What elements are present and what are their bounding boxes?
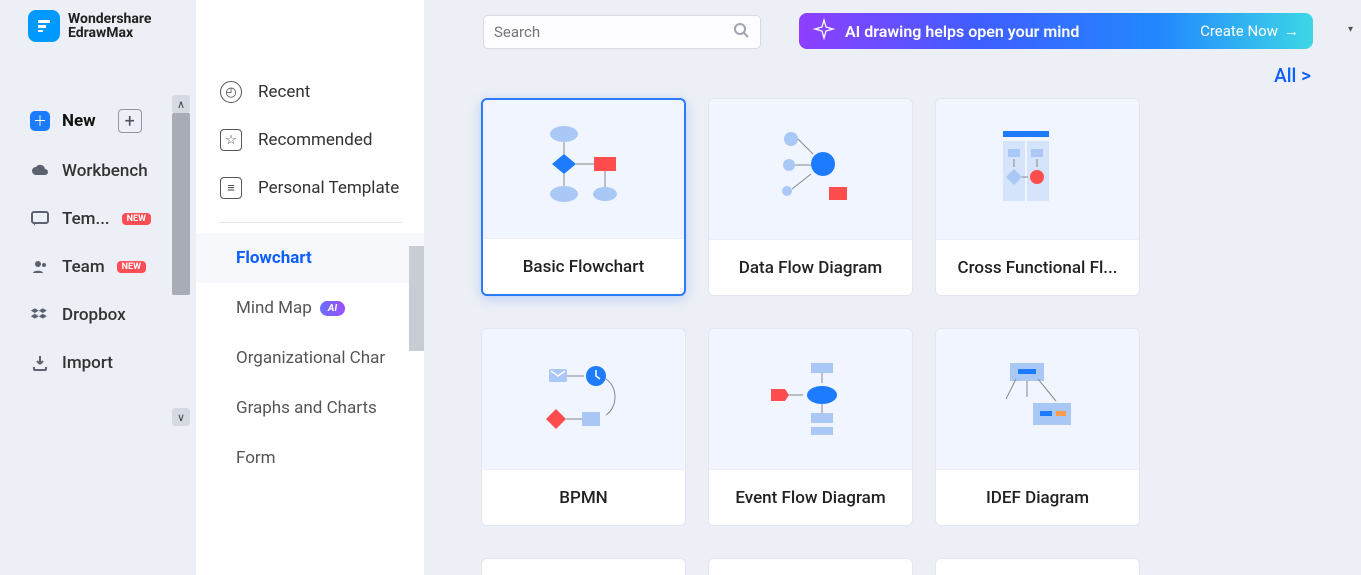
panel-recent-label: Recent xyxy=(258,82,310,102)
divider xyxy=(218,222,402,223)
panel-recommended[interactable]: ☆ Recommended xyxy=(196,116,424,164)
team-icon xyxy=(30,257,50,277)
nav-label-new: New xyxy=(62,111,96,131)
brand-logo: Wondershare EdrawMax xyxy=(28,10,151,42)
cat-graphs-label: Graphs and Charts xyxy=(236,398,377,418)
template-grid: Basic Flowchart Data Flow Diagram xyxy=(481,98,1140,526)
card-title: BPMN xyxy=(482,469,685,525)
card-thumb xyxy=(483,100,684,238)
scroll-up-button[interactable]: ∧ xyxy=(172,95,190,113)
ai-banner[interactable]: AI drawing helps open your mind Create N… xyxy=(799,13,1313,49)
banner-cta-label: Create Now xyxy=(1200,22,1278,40)
import-icon xyxy=(30,353,50,373)
cloud-icon xyxy=(30,161,50,181)
search-icon[interactable] xyxy=(732,21,750,43)
card-data-flow[interactable]: Data Flow Diagram xyxy=(708,98,913,296)
plus-solid-icon: ＋ xyxy=(30,111,50,131)
nav-label-workbench: Workbench xyxy=(62,161,148,181)
all-link[interactable]: All > xyxy=(1274,64,1311,87)
new-badge: NEW xyxy=(122,213,151,225)
cat-form-label: Form xyxy=(236,448,276,468)
add-button[interactable]: + xyxy=(118,109,142,133)
card-cross-functional[interactable]: Cross Functional Fl... xyxy=(935,98,1140,296)
search-input[interactable] xyxy=(494,23,732,41)
cat-form[interactable]: Form xyxy=(196,433,424,483)
card-stub[interactable] xyxy=(481,558,686,575)
new-badge: NEW xyxy=(117,261,146,273)
card-title: IDEF Diagram xyxy=(936,469,1139,525)
cat-graphs[interactable]: Graphs and Charts xyxy=(196,383,424,433)
card-thumb xyxy=(936,329,1139,469)
cat-flowchart[interactable]: Flowchart xyxy=(196,233,424,283)
card-thumb xyxy=(936,99,1139,239)
nav-label-team: Team xyxy=(62,257,105,277)
cat-flowchart-label: Flowchart xyxy=(236,248,312,268)
card-event-flow[interactable]: Event Flow Diagram xyxy=(708,328,913,526)
logo-icon xyxy=(28,10,60,42)
panel-scrollbar[interactable] xyxy=(409,246,424,351)
search-box[interactable] xyxy=(483,15,761,49)
scroll-down-button[interactable]: ∨ xyxy=(172,408,190,426)
clock-icon: ◴ xyxy=(220,81,242,103)
ai-badge: AI xyxy=(320,301,345,316)
nav-sidebar: ＋ New + Workbench Tem... NEW Team NEW Dr… xyxy=(0,95,170,387)
category-panel: ◴ Recent ☆ Recommended ≡ Personal Templa… xyxy=(196,0,424,575)
nav-label-import: Import xyxy=(62,353,113,373)
dropdown-arrow-icon[interactable]: ▾ xyxy=(1348,24,1353,35)
card-title: Cross Functional Fl... xyxy=(936,239,1139,295)
cat-mindmap-label: Mind Map xyxy=(236,298,312,318)
card-title: Event Flow Diagram xyxy=(709,469,912,525)
dropbox-icon xyxy=(30,305,50,325)
brand-line2: EdrawMax xyxy=(68,26,151,40)
panel-recommended-label: Recommended xyxy=(258,130,373,150)
nav-import[interactable]: Import xyxy=(0,339,170,387)
banner-cta[interactable]: Create Now → xyxy=(1200,22,1299,40)
scrollbar-thumb[interactable] xyxy=(172,113,190,295)
chat-icon xyxy=(30,209,50,229)
card-stub[interactable] xyxy=(708,558,913,575)
card-thumb xyxy=(482,329,685,469)
nav-team[interactable]: Team NEW xyxy=(0,243,170,291)
card-basic-flowchart[interactable]: Basic Flowchart xyxy=(481,98,686,296)
nav-dropbox[interactable]: Dropbox xyxy=(0,291,170,339)
card-thumb xyxy=(709,99,912,239)
card-bpmn[interactable]: BPMN xyxy=(481,328,686,526)
template-row-partial xyxy=(481,558,1140,575)
card-thumb xyxy=(709,329,912,469)
main-area: AI drawing helps open your mind Create N… xyxy=(425,0,1361,575)
star-icon: ☆ xyxy=(220,129,242,151)
nav-new[interactable]: ＋ New + xyxy=(0,95,170,147)
nav-workbench[interactable]: Workbench xyxy=(0,147,170,195)
brand-line1: Wondershare xyxy=(68,12,151,26)
arrow-right-icon: → xyxy=(1284,22,1299,40)
document-icon: ≡ xyxy=(220,177,242,199)
banner-text: AI drawing helps open your mind xyxy=(845,22,1190,41)
panel-personal[interactable]: ≡ Personal Template xyxy=(196,164,424,212)
panel-personal-label: Personal Template xyxy=(258,178,399,198)
cat-org[interactable]: Organizational Char xyxy=(196,333,424,383)
nav-label-dropbox: Dropbox xyxy=(62,305,126,325)
panel-recent[interactable]: ◴ Recent xyxy=(196,68,424,116)
cat-mindmap[interactable]: Mind Map AI xyxy=(196,283,424,333)
card-idef[interactable]: IDEF Diagram xyxy=(935,328,1140,526)
card-title: Data Flow Diagram xyxy=(709,239,912,295)
nav-templates[interactable]: Tem... NEW xyxy=(0,195,170,243)
nav-label-templates: Tem... xyxy=(62,209,110,229)
card-title: Basic Flowchart xyxy=(483,238,684,294)
sparkle-icon xyxy=(813,18,835,44)
card-stub[interactable] xyxy=(935,558,1140,575)
cat-org-label: Organizational Char xyxy=(236,348,385,368)
